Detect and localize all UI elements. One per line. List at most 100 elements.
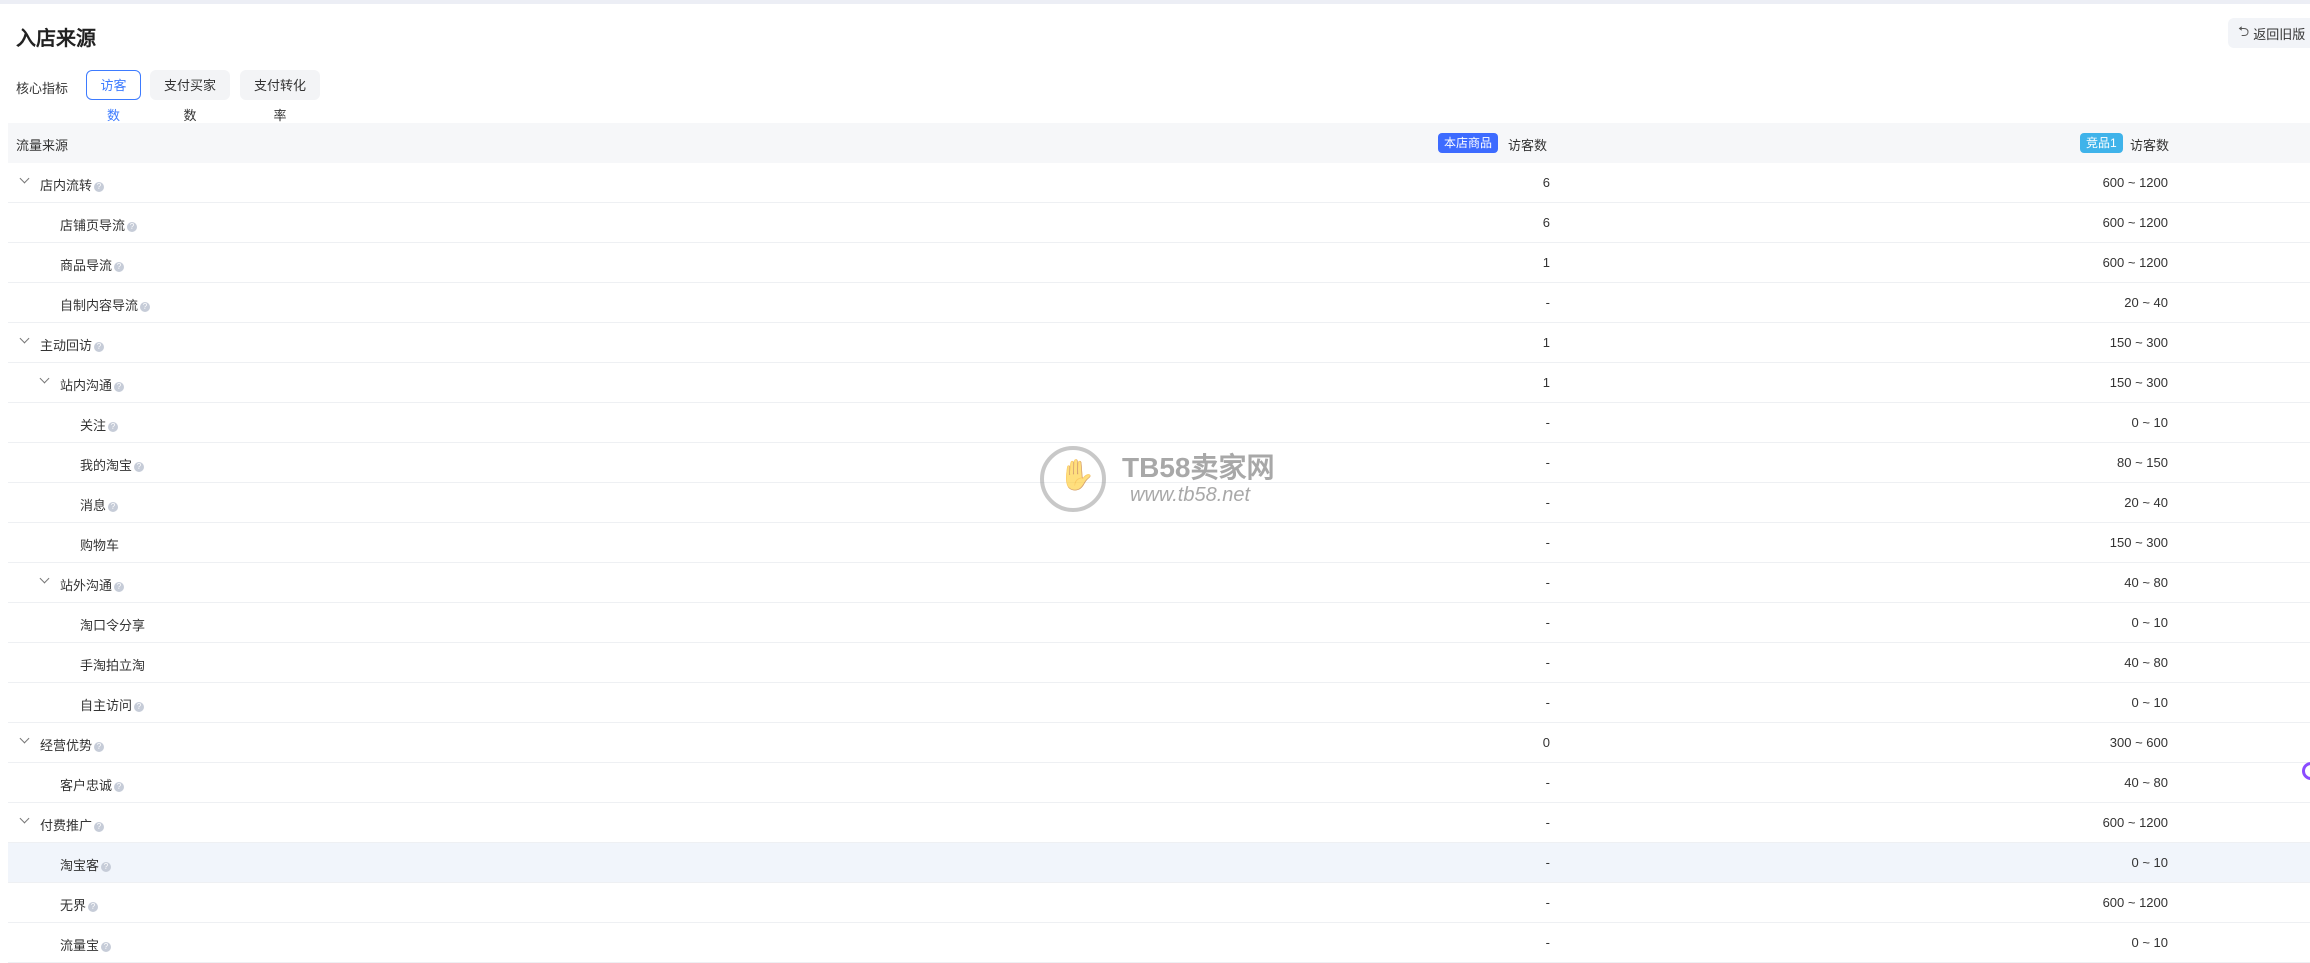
back-to-old-version-button[interactable]: ⮌ 返回旧版 (2228, 18, 2310, 48)
table-row[interactable]: 自制内容导流? - 20 ~ 40 (8, 283, 2310, 323)
row-label-text: 付费推广 (40, 818, 93, 833)
competitor-visitors-value: 600 ~ 1200 (2102, 895, 2168, 910)
help-icon[interactable]: ? (134, 702, 145, 712)
own-product-badge: 本店商品 (1438, 133, 1499, 153)
table-row[interactable]: 商品导流? 1 600 ~ 1200 (8, 243, 2310, 283)
competitor-visitors-value: 300 ~ 600 (2109, 735, 2168, 750)
competitor-visitors-value: 40 ~ 80 (2124, 655, 2168, 670)
row-label: 关注? (80, 415, 119, 434)
table-row[interactable]: 流量宝? - 0 ~ 10 (8, 923, 2310, 963)
tab-paying-buyers[interactable]: 支付买家数 (150, 70, 230, 123)
help-icon[interactable]: ? (114, 382, 125, 392)
help-icon[interactable]: ? (101, 942, 112, 952)
header-source: 流量来源 (16, 138, 69, 153)
tab-conversion-rate[interactable]: 支付转化率 (240, 70, 320, 123)
header-own-visitors: 访客数 (1508, 138, 1548, 153)
competitor-visitors-value: 0 ~ 10 (2131, 935, 2168, 950)
competitor-visitors-value: 40 ~ 80 (2124, 775, 2168, 790)
own-visitors-value: - (1545, 655, 1550, 670)
chevron-down-icon[interactable] (18, 333, 32, 349)
help-icon[interactable]: ? (140, 302, 151, 312)
table-row[interactable]: 经营优势? 0 300 ~ 600 (8, 723, 2310, 763)
own-visitors-value: - (1545, 615, 1550, 630)
watermark-url: www.tb58.net (1130, 484, 1251, 506)
top-divider (0, 0, 2310, 4)
help-icon[interactable]: ? (88, 902, 99, 912)
table-row[interactable]: 无界? - 600 ~ 1200 (8, 883, 2310, 923)
row-label-text: 淘口令分享 (80, 618, 146, 633)
row-label: 我的淘宝? (80, 455, 145, 474)
row-label: 淘宝客? (60, 855, 112, 874)
competitor-visitors-value: 600 ~ 1200 (2102, 255, 2168, 270)
chevron-down-icon[interactable] (38, 573, 52, 589)
help-icon[interactable]: ? (94, 822, 105, 832)
chevron-down-icon[interactable] (38, 373, 52, 389)
help-icon[interactable]: ? (94, 742, 105, 752)
table-row[interactable]: 主动回访? 1 150 ~ 300 (8, 323, 2310, 363)
header-competitor-visitors: 访客数 (2130, 138, 2170, 153)
competitor-visitors-value: 600 ~ 1200 (2102, 175, 2168, 190)
table-header: 流量来源 本店商品 访客数 竞品1 访客数 (8, 123, 2310, 163)
own-visitors-value: 1 (1542, 375, 1550, 390)
help-icon[interactable]: ? (114, 262, 125, 272)
table-row[interactable]: 店铺页导流? 6 600 ~ 1200 (8, 203, 2310, 243)
table-row[interactable]: 购物车 - 150 ~ 300 (8, 523, 2310, 563)
watermark-name: TB58卖家网 (1122, 452, 1275, 483)
help-icon[interactable]: ? (114, 782, 125, 792)
row-label: 消息? (80, 495, 119, 514)
help-icon[interactable]: ? (94, 342, 105, 352)
own-visitors-value: - (1545, 575, 1550, 590)
chevron-down-icon[interactable] (18, 733, 32, 749)
help-icon[interactable]: ? (94, 182, 105, 192)
table-row[interactable]: 站内沟通? 1 150 ~ 300 (8, 363, 2310, 403)
table-body: 店内流转? 6 600 ~ 1200 店铺页导流? 6 600 ~ 1200 商品导流? 1 6… (8, 163, 2310, 963)
own-visitors-value: - (1545, 495, 1550, 510)
row-label: 店内流转? (40, 175, 105, 194)
help-icon[interactable]: ? (134, 462, 145, 472)
metrics-label: 核心指标 (16, 81, 69, 96)
own-visitors-value: 1 (1542, 335, 1550, 350)
competitor-visitors-value: 0 ~ 10 (2131, 695, 2168, 710)
row-label-text: 流量宝 (60, 938, 100, 953)
help-icon[interactable]: ? (101, 862, 112, 872)
table-row[interactable]: 客户忠诚? - 40 ~ 80 (8, 763, 2310, 803)
help-icon[interactable]: ? (114, 582, 125, 592)
row-label-text: 手淘拍立淘 (80, 658, 146, 673)
competitor-visitors-value: 80 ~ 150 (2117, 455, 2168, 470)
table-row[interactable]: 付费推广? - 600 ~ 1200 (8, 803, 2310, 843)
row-label-text: 自制内容导流 (60, 298, 139, 313)
traffic-source-table: 流量来源 本店商品 访客数 竞品1 访客数 店内流转? 6 600 ~ 1200 店铺… (8, 123, 2310, 963)
competitor-visitors-value: 20 ~ 40 (2124, 295, 2168, 310)
help-icon[interactable]: ? (108, 422, 119, 432)
own-visitors-value: 6 (1542, 215, 1550, 230)
table-row[interactable]: 淘宝客? - 0 ~ 10 (8, 843, 2310, 883)
tab-visitors[interactable]: 访客数 (86, 70, 141, 123)
help-icon[interactable]: ? (108, 502, 119, 512)
help-icon[interactable]: ? (127, 222, 138, 232)
competitor-visitors-value: 150 ~ 300 (2109, 375, 2168, 390)
own-visitors-value: - (1545, 455, 1550, 470)
chevron-down-icon[interactable] (18, 813, 32, 829)
table-row[interactable]: 淘口令分享 - 0 ~ 10 (8, 603, 2310, 643)
own-visitors-value: 1 (1542, 255, 1550, 270)
row-label-text: 我的淘宝 (80, 458, 133, 473)
row-label: 站内沟通? (60, 375, 125, 394)
own-visitors-value: - (1545, 775, 1550, 790)
table-row[interactable]: 关注? - 0 ~ 10 (8, 403, 2310, 443)
table-row[interactable]: 站外沟通? - 40 ~ 80 (8, 563, 2310, 603)
row-label: 付费推广? (40, 815, 105, 834)
competitor-visitors-value: 600 ~ 1200 (2102, 215, 2168, 230)
chevron-down-icon[interactable] (18, 173, 32, 189)
own-visitors-value: - (1545, 295, 1550, 310)
competitor-visitors-value: 150 ~ 300 (2109, 335, 2168, 350)
table-row[interactable]: 手淘拍立淘 - 40 ~ 80 (8, 643, 2310, 683)
row-label-text: 商品导流 (60, 258, 113, 273)
row-label-text: 店内流转 (40, 178, 93, 193)
row-label: 手淘拍立淘 (80, 655, 145, 674)
table-row[interactable]: 自主访问? - 0 ~ 10 (8, 683, 2310, 723)
page-title: 入店来源 (16, 28, 96, 50)
row-label-text: 购物车 (80, 538, 120, 553)
own-visitors-value: - (1545, 535, 1550, 550)
row-label-text: 淘宝客 (60, 858, 100, 873)
table-row[interactable]: 店内流转? 6 600 ~ 1200 (8, 163, 2310, 203)
